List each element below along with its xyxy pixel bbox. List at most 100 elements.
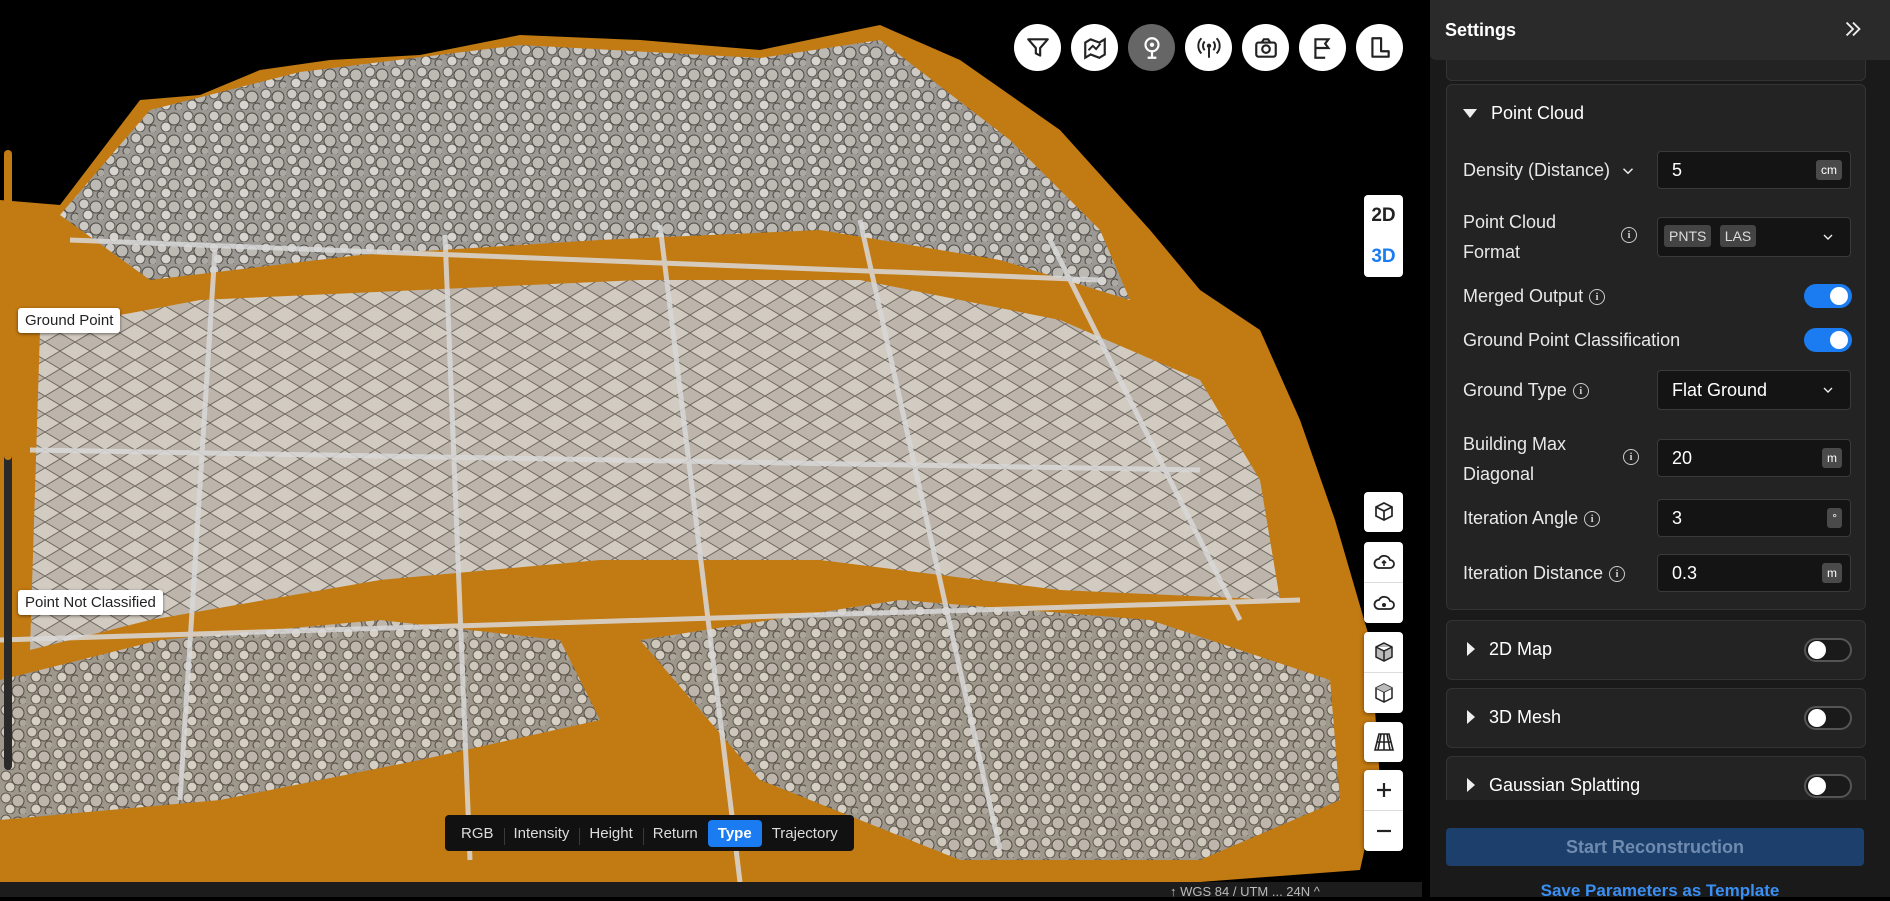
map-layers-button[interactable] (1071, 24, 1118, 71)
filter-button[interactable] (1014, 24, 1061, 71)
building-diagonal-value: 20 (1672, 447, 1693, 468)
cloud-upload-icon (1373, 554, 1395, 569)
caret-down-icon (1463, 108, 1477, 118)
format-tag-las[interactable]: LAS (1719, 225, 1757, 247)
format-label-2: Format (1463, 242, 1521, 262)
start-reconstruction-button[interactable]: Start Reconstruction (1446, 828, 1864, 866)
measure-button[interactable] (1356, 24, 1403, 71)
ground-classification-label: Ground Point Classification (1463, 330, 1681, 350)
iteration-distance-row: Iteration Distance i (1463, 558, 1626, 588)
mesh3d-toggle[interactable] (1804, 706, 1852, 730)
building-diagonal-unit: m (1822, 448, 1842, 468)
collapse-panel-icon[interactable] (1842, 18, 1864, 40)
save-template-link[interactable]: Save Parameters as Template (1430, 881, 1890, 901)
density-label: Density (Distance) (1463, 160, 1611, 180)
point-cloud-scene[interactable] (0, 0, 1422, 897)
grid-button[interactable] (1364, 722, 1403, 762)
coordinate-system[interactable]: ↑ WGS 84 / UTM ... 24N ^ (1170, 884, 1320, 897)
mode-intensity[interactable]: Intensity (503, 820, 580, 847)
cloud-view-icon (1373, 595, 1395, 610)
cloud-tool-group (1364, 542, 1403, 623)
flag-icon (1313, 37, 1331, 59)
iteration-angle-input[interactable]: 3 ° (1657, 499, 1851, 537)
info-icon[interactable]: i (1572, 383, 1589, 400)
point-cloud-section: Point Cloud Density (Distance) 5 cm Poin… (1446, 84, 1866, 610)
3d-button[interactable]: 3D (1364, 236, 1403, 277)
gaussian-header[interactable]: Gaussian Splatting (1447, 757, 1865, 800)
cloud-upload-button[interactable] (1364, 542, 1403, 582)
mesh3d-header[interactable]: 3D Mesh (1447, 689, 1865, 745)
point-cloud-viewport[interactable]: Ground Point Point Not Classified 2D 3D (0, 0, 1422, 897)
dimension-toggle: 2D 3D (1364, 195, 1403, 277)
scene-tool-group (1364, 492, 1403, 532)
toggle-knob (1808, 777, 1826, 795)
iteration-angle-unit: ° (1827, 508, 1842, 528)
zoom-group (1364, 770, 1403, 851)
merged-output-toggle[interactable] (1804, 284, 1852, 308)
scene-settings-button[interactable] (1364, 492, 1403, 532)
ground-type-value: Flat Ground (1672, 379, 1768, 400)
cube-icon (1374, 642, 1393, 662)
box-top-button[interactable] (1364, 672, 1403, 713)
zoom-in-button[interactable] (1364, 770, 1403, 810)
settings-title: Settings (1445, 20, 1517, 40)
building-diagonal-input[interactable]: 20 m (1657, 439, 1851, 477)
box-view-button[interactable] (1364, 632, 1403, 672)
settings-header: Settings (1430, 0, 1890, 60)
format-select[interactable]: PNTS LAS (1657, 217, 1851, 257)
info-icon[interactable]: i (1589, 289, 1606, 306)
ground-type-label: Ground Type (1463, 380, 1567, 400)
settings-scroll-area[interactable]: Point Cloud Density (Distance) 5 cm Poin… (1430, 60, 1890, 800)
mode-return[interactable]: Return (642, 820, 708, 847)
iteration-distance-unit: m (1822, 563, 1842, 583)
format-tag-pnts[interactable]: PNTS (1664, 225, 1712, 247)
settings-panel: Settings Point Cloud Density (Distance) … (1430, 0, 1890, 900)
plus-icon (1376, 783, 1391, 797)
point-cloud-header[interactable]: Point Cloud (1447, 85, 1865, 141)
map2d-toggle[interactable] (1804, 638, 1852, 662)
previous-section (1446, 60, 1866, 81)
antenna-icon (1196, 37, 1221, 58)
caret-right-icon (1467, 642, 1475, 656)
ground-point-label: Ground Point (18, 308, 121, 333)
density-input[interactable]: 5 cm (1657, 151, 1851, 189)
map2d-section: 2D Map (1446, 620, 1866, 680)
color-mode-bar: RGB Intensity Height Return Type Traject… (445, 815, 854, 851)
grid-tool-group (1364, 722, 1403, 762)
camera-button[interactable] (1242, 24, 1289, 71)
ground-type-select[interactable]: Flat Ground (1657, 370, 1851, 410)
flag-button[interactable] (1299, 24, 1346, 71)
gaussian-toggle[interactable] (1804, 774, 1852, 798)
mesh3d-section: 3D Mesh (1446, 688, 1866, 748)
mode-rgb[interactable]: RGB (451, 820, 504, 847)
iteration-angle-label: Iteration Angle (1463, 508, 1579, 528)
mode-type[interactable]: Type (707, 819, 762, 847)
density-row[interactable]: Density (Distance) (1463, 155, 1637, 185)
slider-fill (4, 150, 12, 460)
point-size-slider[interactable] (4, 150, 12, 770)
mode-trajectory[interactable]: Trajectory (762, 820, 848, 847)
2d-button[interactable]: 2D (1364, 195, 1403, 236)
map2d-header[interactable]: 2D Map (1447, 621, 1865, 677)
info-icon[interactable]: i (1623, 449, 1639, 465)
iteration-distance-input[interactable]: 0.3 m (1657, 554, 1851, 592)
chevron-down-icon (1623, 168, 1634, 175)
info-icon[interactable]: i (1609, 566, 1626, 583)
gaussian-title: Gaussian Splatting (1489, 774, 1641, 795)
format-label-1: Point Cloud (1463, 212, 1557, 232)
info-icon[interactable]: i (1621, 227, 1637, 243)
info-icon[interactable]: i (1584, 511, 1601, 528)
point-cloud-title: Point Cloud (1491, 102, 1585, 123)
cloud-view-button[interactable] (1364, 582, 1403, 623)
merged-output-row: Merged Output i (1463, 281, 1606, 311)
antenna-button[interactable] (1185, 24, 1232, 71)
top-toolbar (1014, 24, 1403, 71)
pin-button[interactable] (1128, 24, 1175, 71)
mode-height[interactable]: Height (579, 820, 642, 847)
zoom-out-button[interactable] (1364, 810, 1403, 851)
cube-gear-icon (1374, 502, 1393, 521)
camera-icon (1254, 37, 1277, 58)
ground-classification-toggle[interactable] (1804, 328, 1852, 352)
chevron-down-icon (1823, 387, 1833, 393)
settings-footer: Start Reconstruction Save Parameters as … (1430, 805, 1890, 900)
